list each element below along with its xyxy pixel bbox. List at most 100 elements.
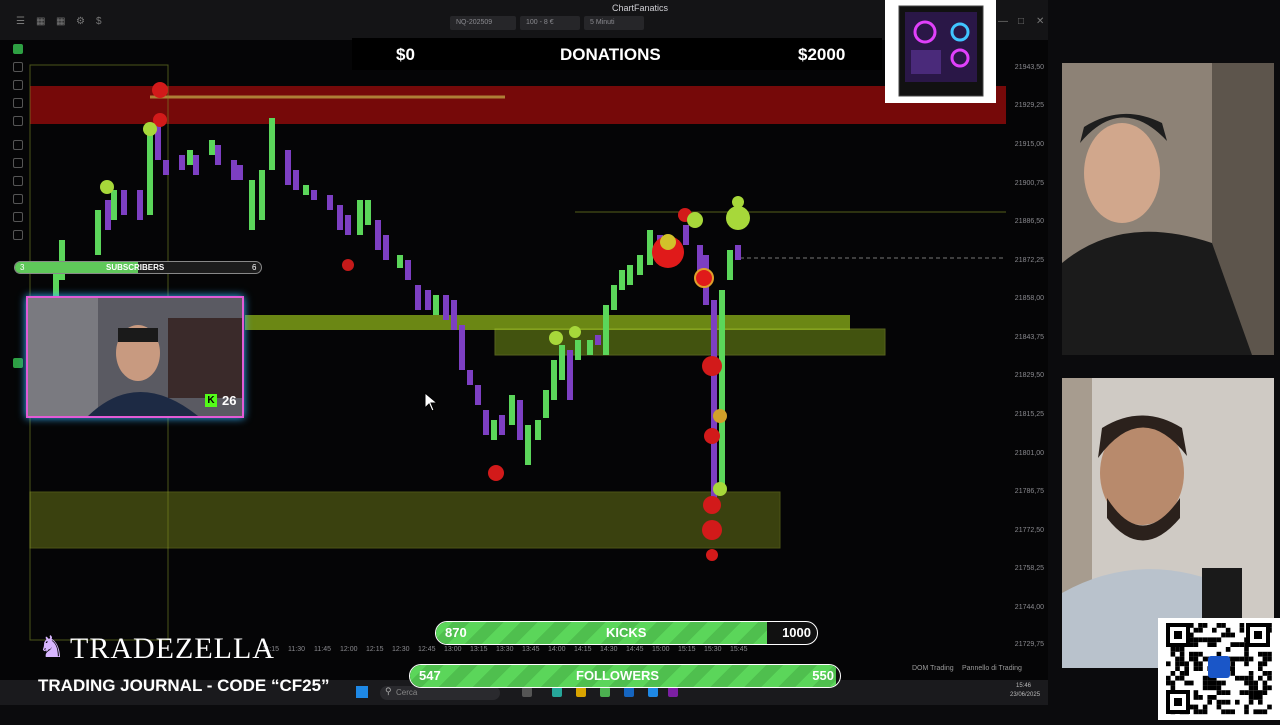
candle xyxy=(433,295,439,315)
close-icon[interactable]: ✕ xyxy=(1036,16,1044,27)
candle xyxy=(193,155,199,175)
candle xyxy=(603,305,609,355)
price-label: 21915,00 xyxy=(1014,141,1044,148)
sponsor-tagline: TRADING JOURNAL - CODE “CF25” xyxy=(38,676,330,695)
sell-bubble xyxy=(702,356,722,376)
followers-goal-bar: 547 FOLLOWERS 550 xyxy=(409,664,841,688)
donation-start: $0 xyxy=(396,45,415,64)
subscribers-goal: 6 xyxy=(252,263,257,272)
followers-current: 547 xyxy=(419,668,441,683)
explorer-icon[interactable] xyxy=(576,687,586,697)
subscribers-current: 3 xyxy=(20,263,25,272)
kicks-goal-bar: 870 KICKS 1000 xyxy=(435,621,818,645)
buy-bubble xyxy=(100,180,114,194)
app-icon[interactable] xyxy=(668,687,678,697)
timeframe-dropdown[interactable]: 5 Minuti xyxy=(584,16,644,30)
task-view-icon[interactable] xyxy=(522,687,532,697)
time-label: 15:15 xyxy=(678,646,696,653)
sell-bubble xyxy=(704,428,720,444)
candle xyxy=(137,190,143,220)
trading-panel-toggle[interactable]: Pannello di Trading xyxy=(962,665,1022,672)
taskbar-search[interactable]: Cerca xyxy=(380,686,500,700)
buy-bubble xyxy=(713,482,727,496)
candle xyxy=(293,170,299,190)
candle xyxy=(357,200,363,235)
time-label: 11:45 xyxy=(314,646,331,653)
time-label: 13:00 xyxy=(444,646,462,653)
minimize-icon[interactable]: — xyxy=(998,16,1008,27)
buy-bubble xyxy=(726,206,750,230)
candle xyxy=(415,285,421,310)
candle xyxy=(535,420,541,440)
sell-bubble xyxy=(694,268,714,288)
time-label: 14:15 xyxy=(574,646,592,653)
unicorn-logo-icon: ♞ xyxy=(38,631,65,664)
price-label: 21744,00 xyxy=(1014,604,1044,611)
maximize-icon[interactable]: □ xyxy=(1018,16,1024,27)
candle xyxy=(425,290,431,310)
demand-zone xyxy=(29,491,781,549)
candle xyxy=(187,150,193,165)
dollar-icon[interactable]: $ xyxy=(96,16,102,27)
chart-icon[interactable]: ▦ xyxy=(36,16,45,27)
layout-icon[interactable]: ▦ xyxy=(56,16,65,27)
time-label: 15:45 xyxy=(730,646,748,653)
time-axis: 11:15 11:30 11:45 12:00 12:15 12:30 12:4… xyxy=(230,646,750,660)
kick-logo-icon: K xyxy=(205,394,217,407)
price-label: 21801,00 xyxy=(1014,450,1044,457)
time-label: 13:30 xyxy=(496,646,514,653)
candle xyxy=(575,340,581,360)
candle xyxy=(237,165,243,180)
buy-bubble xyxy=(143,122,157,136)
candle xyxy=(383,235,389,260)
candle xyxy=(475,385,481,405)
candle xyxy=(111,190,117,220)
app-icon[interactable] xyxy=(648,687,658,697)
time-label: 15:30 xyxy=(704,646,722,653)
account-dropdown[interactable]: 100 - 8 € xyxy=(520,16,580,30)
time-label: 14:00 xyxy=(548,646,566,653)
candle xyxy=(59,240,65,280)
kick-viewer-count: 26 xyxy=(222,393,237,408)
sell-bubble xyxy=(488,465,504,481)
app-icon[interactable] xyxy=(624,687,634,697)
menu-icon[interactable]: ☰ xyxy=(16,16,25,27)
candle xyxy=(345,215,351,235)
dom-trading-toggle[interactable]: DOM Trading xyxy=(912,665,954,672)
gaming-pc-prize-image xyxy=(885,0,996,103)
candle xyxy=(285,150,291,185)
price-label: 21900,75 xyxy=(1014,180,1044,187)
candle xyxy=(467,370,473,385)
donation-title: DONATIONS xyxy=(560,45,661,64)
chrome-icon[interactable] xyxy=(600,687,610,697)
candle xyxy=(637,255,643,275)
clock-date: 23/06/2025 xyxy=(1010,692,1041,698)
candle xyxy=(303,185,309,195)
candle xyxy=(259,170,265,220)
time-label: 14:45 xyxy=(626,646,644,653)
candle xyxy=(627,265,633,285)
windows-start-icon[interactable] xyxy=(356,686,368,698)
kick-badge: K 26 xyxy=(205,393,241,409)
candle xyxy=(95,210,101,255)
app-brand: ChartFanatics xyxy=(612,3,669,13)
buy-bubble xyxy=(732,196,744,208)
gear-icon[interactable]: ⚙ xyxy=(76,16,85,27)
candle xyxy=(727,250,733,280)
sell-bubble xyxy=(706,549,718,561)
candle xyxy=(517,400,523,440)
candle xyxy=(209,140,215,155)
time-label: 15:00 xyxy=(652,646,670,653)
buy-bubble xyxy=(660,234,676,250)
price-label: 21815,25 xyxy=(1014,411,1044,418)
price-label: 21943,50 xyxy=(1014,64,1044,71)
time-label: 12:45 xyxy=(418,646,436,653)
instrument-dropdown[interactable]: NQ-202509 xyxy=(450,16,516,30)
candle xyxy=(147,130,153,215)
qr-code-icon[interactable] xyxy=(1158,618,1280,720)
candle xyxy=(179,155,185,170)
kicks-current: 870 xyxy=(445,625,467,640)
guest-webcam-top xyxy=(1062,63,1274,355)
edge-icon[interactable] xyxy=(552,687,562,697)
price-label: 21772,50 xyxy=(1014,527,1044,534)
